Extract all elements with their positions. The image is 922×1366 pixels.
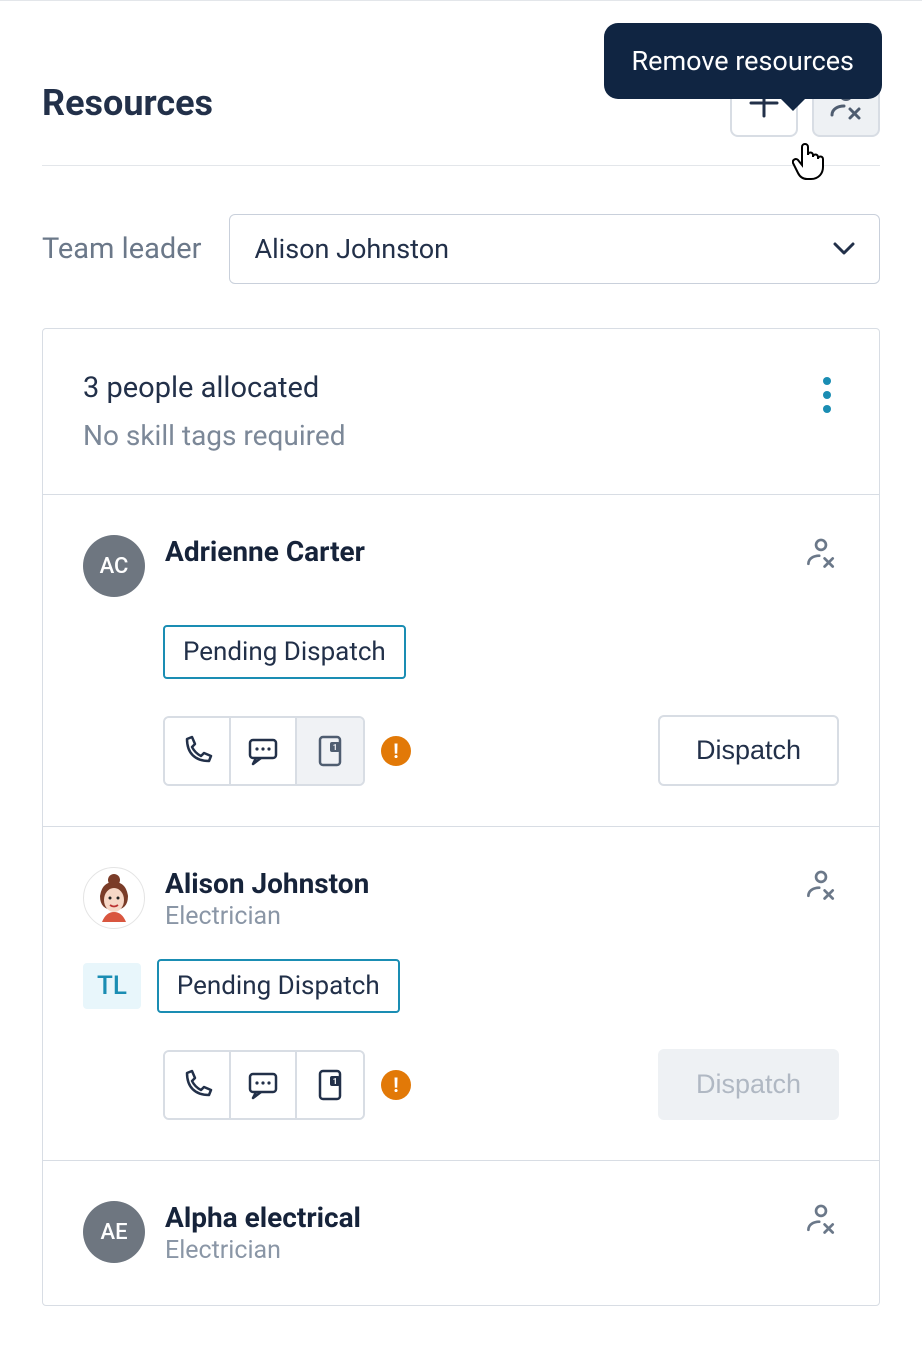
avatar: AE <box>83 1201 145 1263</box>
team-leader-row: Team leader Alison Johnston <box>42 214 880 284</box>
warning-badge: ! <box>381 1070 411 1100</box>
message-button[interactable] <box>231 718 297 784</box>
person-name: Alpha electrical <box>165 1201 361 1234</box>
team-leader-label: Team leader <box>42 232 201 266</box>
person-name: Adrienne Carter <box>165 535 365 568</box>
remove-person-button[interactable] <box>803 535 839 571</box>
allocation-box: 3 people allocated No skill tags require… <box>42 328 880 1306</box>
status-badge: Pending Dispatch <box>163 625 406 679</box>
person-remove-icon <box>803 1201 839 1237</box>
kebab-icon <box>823 377 831 413</box>
person-row: Alison Johnston Electrician TL Pending D… <box>43 827 879 1161</box>
message-button[interactable] <box>231 1052 297 1118</box>
team-leader-select[interactable]: Alison Johnston <box>229 214 880 284</box>
allocation-menu-button[interactable] <box>815 371 839 419</box>
allocation-count: 3 people allocated <box>83 371 346 405</box>
chevron-down-icon <box>833 242 855 256</box>
contact-button-group: 1 <box>163 716 365 786</box>
avatar: AC <box>83 535 145 597</box>
dispatch-button: Dispatch <box>658 1049 839 1120</box>
phone-button[interactable] <box>165 1052 231 1118</box>
contact-button-group: 1 <box>163 1050 365 1120</box>
status-badge: Pending Dispatch <box>157 959 400 1013</box>
person-row: AC Adrienne Carter Pending Dispatch <box>43 495 879 827</box>
allocation-subtitle: No skill tags required <box>83 419 346 452</box>
warning-badge: ! <box>381 736 411 766</box>
chat-icon <box>246 734 280 768</box>
chat-icon <box>246 1068 280 1102</box>
person-row: AE Alpha electrical Electrician <box>43 1161 879 1305</box>
svg-text:1: 1 <box>333 1077 338 1086</box>
page-title: Resources <box>42 82 213 124</box>
remove-person-button[interactable] <box>803 867 839 903</box>
phone-icon <box>180 1068 214 1102</box>
remove-person-button[interactable] <box>803 1201 839 1237</box>
team-leader-selected: Alison Johnston <box>254 233 449 265</box>
tooltip-text: Remove resources <box>632 45 854 77</box>
device-icon: 1 <box>315 734 345 768</box>
person-remove-icon <box>803 535 839 571</box>
phone-button[interactable] <box>165 718 231 784</box>
person-role: Electrician <box>165 1236 361 1265</box>
avatar <box>83 867 145 929</box>
dispatch-button[interactable]: Dispatch <box>658 715 839 786</box>
phone-icon <box>180 734 214 768</box>
person-name: Alison Johnston <box>165 867 369 900</box>
allocation-header: 3 people allocated No skill tags require… <box>43 329 879 495</box>
device-button[interactable]: 1 <box>297 718 363 784</box>
person-role: Electrician <box>165 902 369 931</box>
avatar-illustration-icon <box>86 870 142 926</box>
remove-resources-tooltip: Remove resources <box>604 23 882 99</box>
device-icon: 1 <box>315 1068 345 1102</box>
person-remove-icon <box>803 867 839 903</box>
svg-text:1: 1 <box>333 743 338 752</box>
device-button[interactable]: 1 <box>297 1052 363 1118</box>
team-leader-badge: TL <box>83 963 141 1009</box>
